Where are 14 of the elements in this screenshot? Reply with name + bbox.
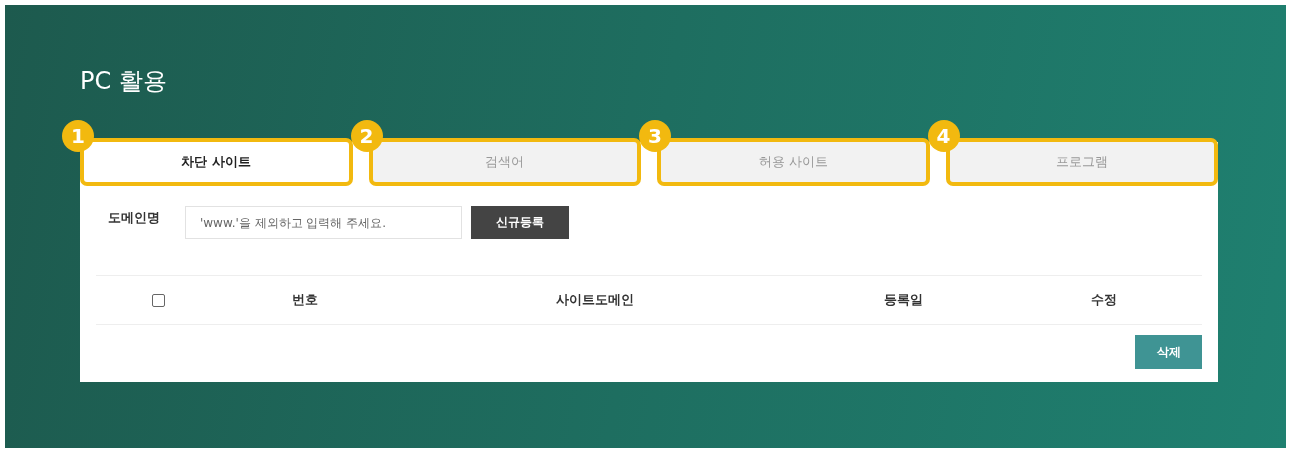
domain-input-field[interactable]: 'www.'을 제외하고 입력해 주세요.: [185, 206, 462, 239]
number-badge: 2: [350, 120, 383, 152]
register-button[interactable]: 신규등록: [471, 206, 569, 239]
column-header: 수정: [1090, 291, 1118, 309]
column-header: 사이트도메인: [555, 291, 635, 309]
field-label: 도메인명: [108, 208, 161, 227]
number-badge: 1: [62, 120, 94, 152]
select-all-checkbox[interactable]: [151, 293, 165, 307]
number-badge: 4: [927, 120, 960, 152]
number-badge: 3: [639, 120, 671, 152]
page-title: PC 활용: [80, 66, 168, 97]
delete-button[interactable]: 삭제: [1135, 335, 1202, 369]
column-header: 등록일: [882, 291, 924, 309]
column-header: 번호: [291, 291, 319, 309]
